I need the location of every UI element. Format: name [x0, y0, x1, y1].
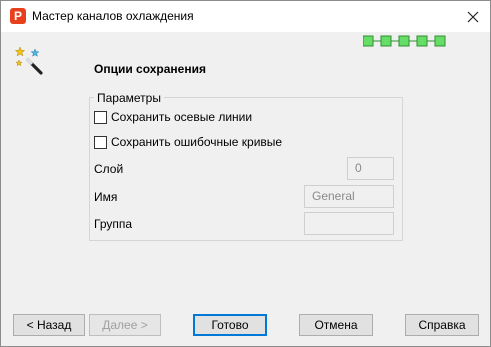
finish-button[interactable]: Готово [193, 314, 267, 336]
next-button[interactable]: Далее > [89, 314, 161, 336]
progress-step-3 [398, 35, 410, 47]
layer-field: 0 [347, 157, 394, 180]
save-error-curves-checkbox-box[interactable] [94, 135, 107, 149]
wizard-progress-indicator [363, 35, 446, 47]
group-field [304, 212, 394, 235]
save-axes-checkbox[interactable]: Сохранить осевые линии [94, 110, 252, 124]
close-icon [467, 11, 479, 22]
save-axes-label: Сохранить осевые линии [111, 110, 253, 124]
help-button[interactable]: Справка [405, 314, 479, 336]
app-logo-letter: P [13, 9, 22, 23]
title-bar: P Мастер каналов охлаждения [1, 1, 490, 32]
layer-label: Слой [94, 162, 124, 176]
progress-step-4 [416, 35, 428, 47]
progress-step-2 [380, 35, 392, 47]
progress-step-5 [434, 35, 446, 47]
save-axes-checkbox-box[interactable] [94, 110, 107, 124]
window-title: Мастер каналов охлаждения [32, 9, 194, 23]
save-error-curves-checkbox[interactable]: Сохранить ошибочные кривые [94, 135, 282, 149]
group-label: Группа [94, 217, 133, 231]
step-heading: Опции сохранения [94, 62, 206, 76]
back-button[interactable]: < Назад [13, 314, 85, 336]
progress-step-1 [363, 35, 374, 47]
name-field: General [304, 185, 394, 208]
app-logo-icon: P [10, 8, 26, 24]
parameters-group-title: Параметры [94, 91, 164, 105]
close-button[interactable] [456, 1, 490, 32]
wizard-window: P Мастер каналов охлаждения Опции сохран… [0, 0, 491, 347]
save-error-curves-label: Сохранить ошибочные кривые [111, 135, 283, 149]
magic-wand-icon [14, 46, 43, 75]
name-label: Имя [94, 190, 118, 204]
cancel-button[interactable]: Отмена [299, 314, 373, 336]
